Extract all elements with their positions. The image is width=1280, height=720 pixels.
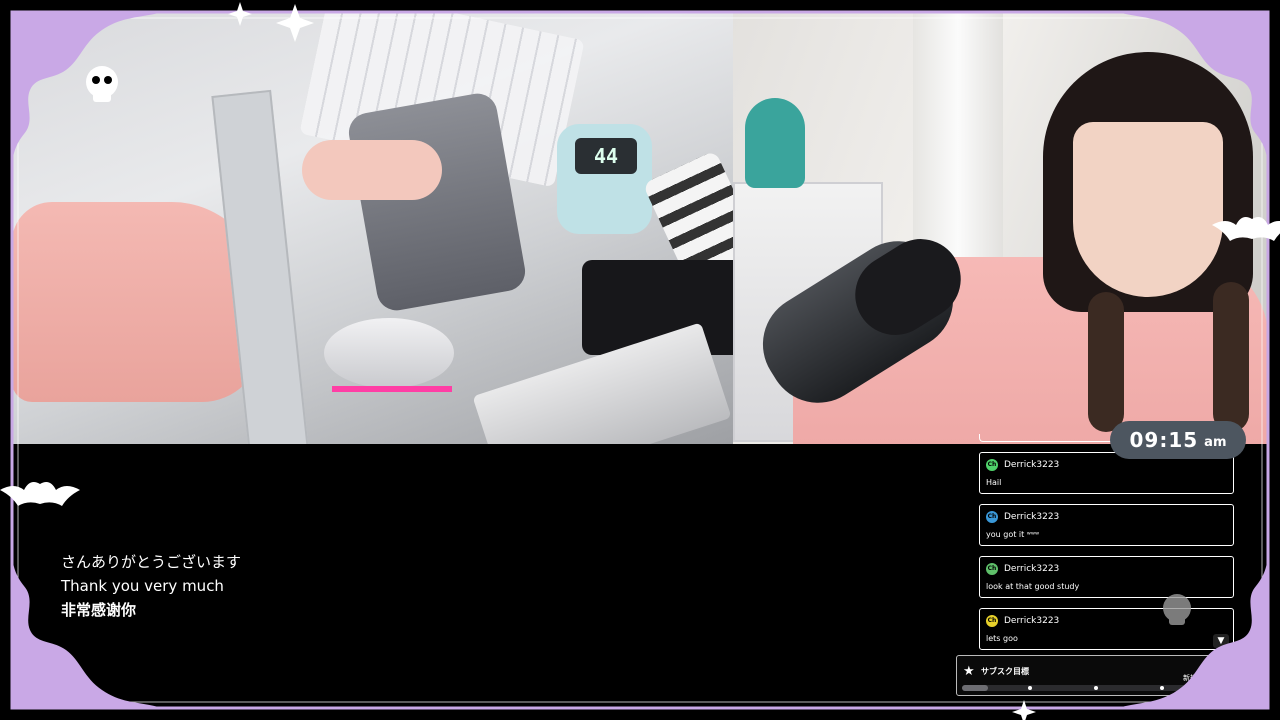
chat-message-text: Hail (986, 478, 1002, 487)
chat-message: Ch Derrick3223 lets goo (979, 608, 1234, 650)
braid-left (1088, 292, 1124, 432)
subtitle-english: Thank you very much (61, 577, 224, 595)
clock-widget: 09:15 am (1110, 421, 1246, 459)
user-badge-icon: Ch (986, 615, 998, 627)
chat-message-header: Ch Derrick3223 (986, 562, 1227, 576)
desk-camera-feed: 44 (12, 12, 733, 444)
braid-right (1213, 282, 1249, 432)
sub-goal-progress-bar (962, 685, 1226, 691)
chat-username[interactable]: Derrick3223 (1004, 460, 1059, 470)
clock-time: 09:15 (1129, 428, 1199, 452)
chat-username[interactable]: Derrick3223 (1004, 616, 1059, 626)
timer-display: 44 (575, 138, 637, 174)
dinosaur-plush (745, 98, 805, 188)
user-badge-icon: Ch (986, 511, 998, 523)
subtitle-box: さんありがとうございます Thank you very much 非常感谢你 (61, 550, 241, 622)
clock-ampm: am (1204, 435, 1227, 450)
progress-marker (1028, 686, 1032, 690)
pink-sleeve-arm (12, 202, 262, 402)
sub-goal-title: サブスク目標 (981, 667, 1029, 676)
user-badge-icon: Ch (986, 563, 998, 575)
star-icon: ★ (963, 664, 975, 679)
chat-username[interactable]: Derrick3223 (1004, 512, 1059, 522)
subtitle-japanese: さんありがとうございます (61, 553, 242, 571)
face (1073, 122, 1223, 297)
sub-goal-count: 1/10 (1207, 662, 1225, 671)
pink-light-strip (332, 386, 452, 392)
chat-message-text: you got it ʷʷʷ (986, 530, 1040, 539)
chat-message-header: Ch Derrick3223 (986, 510, 1227, 524)
sub-goal-widget: ★ サブスク目標 1/10 新規サブスク (956, 655, 1232, 696)
subtitle-chinese: 非常感谢你 (61, 601, 137, 619)
chat-message-text: look at that good study (986, 582, 1080, 591)
user-badge-icon: Ch (986, 459, 998, 471)
chat-message: Ch Derrick3223 look at that good study (979, 556, 1234, 598)
hand (302, 140, 442, 200)
face-camera-feed (733, 12, 1268, 444)
mouse (324, 318, 454, 388)
sub-goal-subtitle: 新規サブスク (1183, 674, 1225, 682)
progress-marker (1094, 686, 1098, 690)
chat-message: Ch Derrick3223 you got it ʷʷʷ (979, 504, 1234, 546)
progress-marker (1160, 686, 1164, 690)
chat-username[interactable]: Derrick3223 (1004, 564, 1059, 574)
chat-message-text: lets goo (986, 634, 1018, 643)
chat-message-header: Ch Derrick3223 (986, 614, 1227, 628)
sub-goal-progress-fill (962, 685, 989, 691)
chat-list: Ch Derrick3223 Hail Ch Derrick3223 you got it… (979, 452, 1234, 660)
chat-message-header: Ch Derrick3223 (986, 458, 1227, 472)
chevron-down-icon[interactable]: ▼ (1213, 634, 1229, 648)
